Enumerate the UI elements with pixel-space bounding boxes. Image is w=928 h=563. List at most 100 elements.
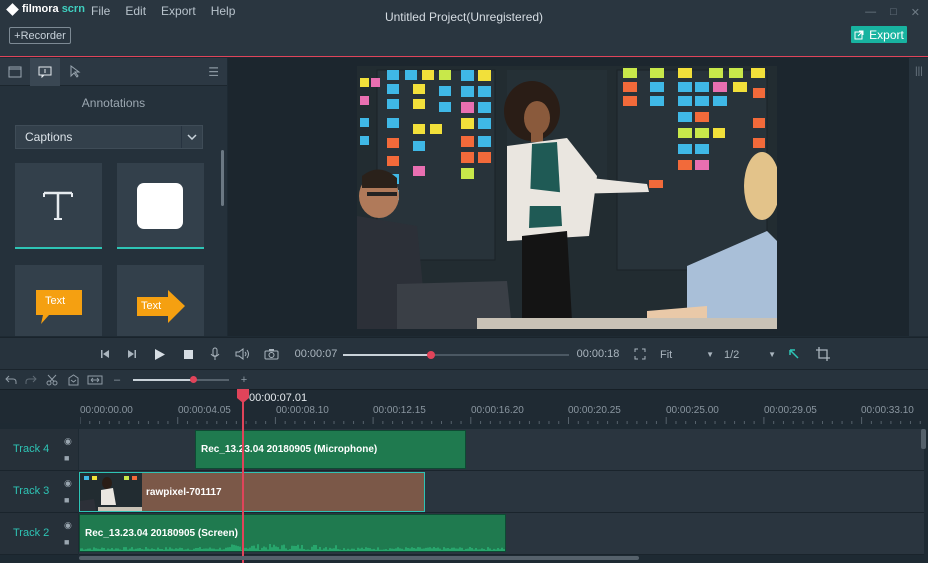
ruler-label: 00:00:33.10 [861,405,914,416]
annotation-bubble-icon [38,66,52,78]
crop-icon[interactable] [814,338,832,370]
caption-card-arrow[interactable]: Text [117,265,204,336]
track-name: Track 3 [13,485,50,497]
track-header-2: Track 2 ◉ ■ [0,513,78,555]
ruler-label: 00:00:12.15 [373,405,426,416]
skip-back-icon[interactable] [98,338,112,370]
cursor-icon [70,65,81,78]
maximize-icon[interactable]: □ [890,6,897,19]
hamburger-menu-icon[interactable]: ☰ [208,65,219,79]
eye-icon[interactable]: ◉ [64,520,72,531]
fullscreen-icon[interactable] [632,338,648,370]
volume-icon[interactable] [234,338,252,370]
timeline-ruler[interactable]: 00:00:07.01 00:00:00.00 00:00:04.05 00:0… [0,389,928,424]
minimize-icon[interactable]: — [865,6,876,19]
ruler-label: 00:00:16.20 [471,405,524,416]
zoom-out-icon[interactable]: – [112,372,122,388]
lock-icon[interactable]: ■ [64,537,69,547]
timeline-vscrollbar[interactable] [921,429,926,449]
callout-label: Text [45,295,66,307]
panel-heading: Annotations [81,96,146,110]
zoom-in-icon[interactable]: + [238,372,250,388]
clip-label: Rec_13.23.04 20180905 (Microphone) [201,444,378,455]
tab-media[interactable] [0,58,30,86]
eye-icon[interactable]: ◉ [64,478,72,489]
clip-microphone[interactable]: Rec_13.23.04 20180905 (Microphone) [195,430,466,469]
clip-label: Rec_13.23.04 20180905 (Screen) [85,528,238,539]
current-time: 00:00:07 [294,348,338,360]
snapshot-camera-icon[interactable] [263,338,279,370]
lock-icon[interactable]: ■ [64,453,69,463]
ruler-label: 00:00:20.25 [568,405,621,416]
undo-icon[interactable] [4,372,18,388]
text-t-icon [43,191,73,220]
lock-icon[interactable]: ■ [64,495,69,505]
ruler-label: 00:00:00.00 [80,405,133,416]
scrubber-knob[interactable] [427,351,436,359]
fit-timeline-icon[interactable] [86,372,104,388]
stop-icon[interactable] [181,338,195,370]
chevron-down-icon [181,126,202,148]
track-lane-2[interactable]: Rec_13.23.04 20180905 (Screen) [79,513,924,555]
collapse-handle-icon[interactable]: ||| [915,66,923,77]
fit-dropdown[interactable]: Fit ▼ [660,346,714,363]
track-name: Track 4 [13,443,50,455]
timeline-zoom-slider[interactable] [133,376,229,383]
quality-dropdown-value: 1/2 [724,348,740,361]
track-header-3: Track 3 ◉ ■ [0,471,78,513]
ruler-label: 00:00:25.00 [666,405,719,416]
panel-scrollbar[interactable] [221,150,224,206]
tab-cursor[interactable] [60,58,90,86]
play-icon[interactable] [152,338,168,370]
zoom-slider-knob[interactable] [189,376,197,383]
track-lane-4[interactable]: Rec_13.23.04 20180905 (Microphone) [79,429,924,471]
timeline-toolbar: – + [0,369,928,389]
title-bar: filmora scrn File Edit Export Help +Reco… [0,0,928,57]
pan-zoom-icon[interactable] [786,338,802,370]
total-time: 00:00:18 [576,348,620,360]
rounded-square-icon [137,183,183,229]
quality-dropdown[interactable]: 1/2 ▼ [724,346,776,363]
ruler-label: 00:00:04.05 [178,405,231,416]
playhead-line [242,401,244,563]
card-selected-bar [117,247,204,249]
audio-waveform [80,544,505,551]
close-icon[interactable]: ✕ [911,6,920,19]
caption-card-box[interactable] [117,163,204,249]
side-strip: ||| [908,58,928,336]
video-preview[interactable] [357,66,777,329]
export-button[interactable]: Export [851,26,907,43]
mark-icon[interactable] [66,372,80,388]
annotations-panel: ☰ Annotations Captions Text Text [0,58,227,336]
clip-screen[interactable]: Rec_13.23.04 20180905 (Screen) [79,514,506,552]
export-label: Export [869,27,904,42]
redo-icon[interactable] [24,372,38,388]
caption-card-callout[interactable]: Text [15,265,102,336]
caption-card-text[interactable] [15,163,102,249]
playhead-time: 00:00:07.01 [249,392,308,404]
track-header-4: Track 4 ◉ ■ [0,429,78,471]
export-icon [854,30,864,39]
track-lane-3[interactable]: rawpixel-701117 [79,471,924,513]
clip-image[interactable]: rawpixel-701117 [79,472,425,512]
playback-scrubber[interactable] [343,351,569,359]
scissors-icon[interactable] [45,372,59,388]
ruler-label: 00:00:08.10 [276,405,329,416]
preview-frame-image [357,66,777,329]
skip-forward-icon[interactable] [125,338,139,370]
microphone-icon[interactable] [208,338,222,370]
caret-down-icon: ▼ [768,350,776,359]
category-select-value: Captions [25,130,73,144]
player-controls: 00:00:07 00:00:18 Fit ▼ 1/2 ▼ [0,337,928,369]
window-title: Untitled Project(Unregistered) [384,10,544,24]
eye-icon[interactable]: ◉ [64,436,72,447]
recorder-button[interactable]: +Recorder [9,27,71,44]
arrow-label: Text [141,300,162,312]
caret-down-icon: ▼ [706,350,714,359]
timeline-hscrollbar[interactable] [79,556,639,560]
clapper-icon [8,66,22,77]
category-select[interactable]: Captions [15,125,203,149]
scrubber-fill [343,354,432,356]
tab-annotations[interactable] [30,58,60,86]
ruler-ticks [80,417,921,424]
